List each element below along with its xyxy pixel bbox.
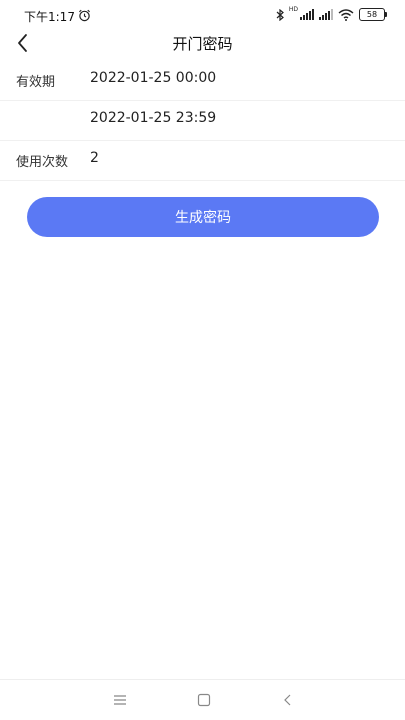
signal-icon — [300, 9, 314, 20]
system-nav-bar — [0, 679, 405, 720]
back-icon[interactable] — [280, 692, 296, 708]
usage-count-row[interactable]: 使用次数 2 — [0, 140, 405, 181]
alarm-icon — [79, 9, 90, 22]
status-time: 下午1:17 — [24, 10, 75, 24]
bluetooth-icon — [276, 8, 284, 21]
generate-password-button[interactable]: 生成密码 — [27, 197, 379, 237]
menu-icon[interactable] — [112, 692, 128, 708]
header: 开门密码 — [0, 28, 405, 58]
usage-count-value[interactable]: 2 — [90, 150, 99, 166]
status-icons: HD 58 — [276, 6, 387, 21]
wifi-icon — [338, 8, 354, 21]
status-bar: 下午1:17 HD 58 — [0, 0, 405, 30]
start-time-value[interactable]: 2022-01-25 00:00 — [90, 70, 216, 86]
home-icon[interactable] — [196, 692, 212, 708]
validity-label: 有效期 — [16, 75, 56, 90]
network-type-label: HD — [288, 6, 298, 13]
page-title: 开门密码 — [172, 35, 233, 53]
signal-icon-2 — [319, 9, 333, 20]
usage-count-label: 使用次数 — [16, 155, 69, 170]
validity-end-row[interactable]: 2022-01-25 23:59 — [0, 100, 405, 141]
validity-start-row[interactable]: 有效期 2022-01-25 00:00 — [0, 60, 405, 101]
battery-indicator: 58 — [359, 8, 387, 21]
end-time-value[interactable]: 2022-01-25 23:59 — [90, 110, 216, 126]
